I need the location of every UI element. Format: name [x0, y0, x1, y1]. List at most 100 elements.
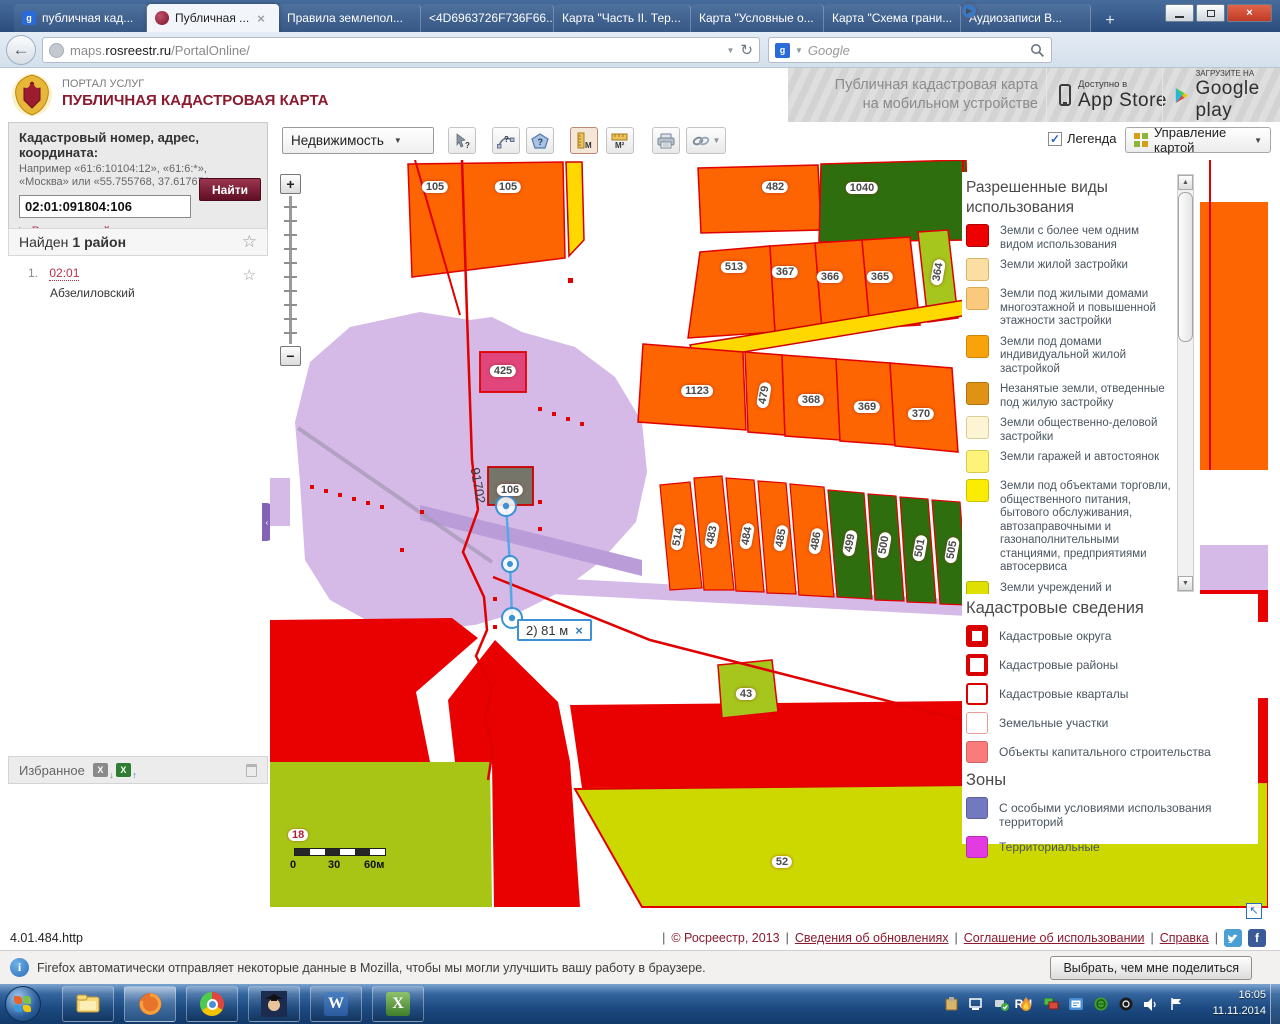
- help-link[interactable]: Справка: [1160, 931, 1209, 945]
- search-engine-icon[interactable]: g: [775, 43, 790, 58]
- result-code-link[interactable]: 02:01: [49, 266, 79, 281]
- twitter-icon[interactable]: [1224, 929, 1242, 947]
- back-button[interactable]: ←: [6, 35, 36, 65]
- tab-document[interactable]: <4D6963726F736F66...: [421, 4, 554, 32]
- zoom-out-button[interactable]: −: [280, 346, 301, 366]
- identify-line-tool-button[interactable]: ?: [492, 127, 520, 154]
- tray-dictionary-icon[interactable]: [1068, 996, 1084, 1012]
- tab-audio[interactable]: ▶Аудиозаписи В...: [961, 4, 1091, 32]
- category-select[interactable]: Недвижимость▼: [282, 127, 434, 154]
- trash-icon[interactable]: [246, 764, 257, 777]
- manage-map-label: Управление картой: [1154, 125, 1248, 155]
- tray-flame-icon[interactable]: [1018, 996, 1034, 1012]
- scroll-up-icon[interactable]: ▲: [1178, 175, 1193, 190]
- zoom-in-button[interactable]: +: [280, 174, 301, 194]
- link-button[interactable]: ▼: [686, 127, 726, 154]
- taskbar-clock[interactable]: 16:0511.11.2014: [1213, 987, 1266, 1019]
- window-minimize-button[interactable]: [1165, 4, 1194, 22]
- tray-volume-icon[interactable]: [1143, 996, 1159, 1012]
- telemetry-choose-button[interactable]: Выбрать, чем мне поделиться: [1050, 956, 1252, 980]
- url-dropdown-icon[interactable]: ▼: [727, 46, 735, 55]
- minimize-icon: [1175, 16, 1184, 18]
- browser-tab-bar: gпубличная кад... Публичная ... × Правила…: [0, 0, 1280, 32]
- tab-label: Публичная ...: [175, 11, 249, 25]
- legend-checkbox[interactable]: ✓: [1048, 132, 1062, 146]
- parcel-label: 367: [772, 266, 798, 278]
- app-store-badge[interactable]: Доступно вApp Store: [1046, 68, 1167, 122]
- legend-item: Территориальные: [966, 836, 1252, 858]
- zoom-control[interactable]: + −: [278, 174, 304, 366]
- taskbar-excel-button[interactable]: X: [372, 986, 424, 1022]
- measure-distance-button[interactable]: M: [570, 127, 598, 154]
- favorites-title: Избранное: [19, 763, 85, 778]
- reload-icon[interactable]: ↻: [740, 41, 753, 59]
- measurement-result-label[interactable]: 2) 81 м×: [517, 619, 592, 641]
- taskbar-chrome-button[interactable]: [186, 986, 238, 1022]
- tab-rules[interactable]: Правила землепол...: [279, 4, 421, 32]
- tab-map-borders[interactable]: Карта "Схема грани...: [824, 4, 961, 32]
- legend-scrollbar[interactable]: ▲ ▼: [1177, 174, 1194, 592]
- import-excel-icon[interactable]: X↑: [116, 763, 131, 777]
- start-button[interactable]: [5, 986, 41, 1022]
- url-prefix: maps.: [70, 43, 105, 58]
- window-restore-button[interactable]: [1196, 4, 1225, 22]
- tray-time: 16:05: [1213, 987, 1266, 1003]
- search-icon[interactable]: [1030, 43, 1045, 58]
- agreement-link[interactable]: Соглашение об использовании: [964, 931, 1145, 945]
- legend-cadastre-panel: Кадастровые сведения Кадастровые округа …: [962, 594, 1258, 844]
- identify-tool-button[interactable]: ?: [448, 127, 476, 154]
- legend-item-label: Земли с более чем одним видом использова…: [1000, 224, 1174, 252]
- manage-map-button[interactable]: Управление картой ▼: [1125, 127, 1271, 153]
- tab-label: Карта "Условные о...: [699, 11, 814, 25]
- tab-map-legend[interactable]: Карта "Условные о...: [691, 4, 824, 32]
- map-resize-icon[interactable]: ↖: [1246, 903, 1262, 919]
- tray-network-icon[interactable]: [968, 996, 984, 1012]
- search-result-item[interactable]: 1. 02:01 Абзелиловский ☆: [8, 256, 268, 316]
- export-excel-icon[interactable]: X↓: [93, 763, 108, 777]
- measurement-close-icon[interactable]: ×: [575, 623, 583, 638]
- search-box[interactable]: g ▼ Google: [768, 37, 1052, 63]
- taskbar-consultant-button[interactable]: [248, 986, 300, 1022]
- tray-app-icon[interactable]: [1118, 996, 1134, 1012]
- updates-link[interactable]: Сведения об обновлениях: [795, 931, 949, 945]
- map-canvas[interactable]: 105 105 482 1040 513 367 366 365 364 112…: [270, 160, 1268, 925]
- identify-area-tool-button[interactable]: ?: [526, 127, 554, 154]
- tray-antivirus-icon[interactable]: [1093, 996, 1109, 1012]
- zoom-slider[interactable]: [289, 196, 292, 344]
- restore-icon: [1207, 10, 1215, 17]
- tab-close-icon[interactable]: ×: [257, 11, 265, 26]
- favorite-star-icon[interactable]: ☆: [243, 266, 256, 284]
- favorite-star-icon[interactable]: ☆: [242, 232, 257, 252]
- scrollbar-thumb[interactable]: [1178, 192, 1193, 342]
- show-desktop-button[interactable]: [1270, 984, 1280, 1024]
- measure-area-button[interactable]: M²: [606, 127, 634, 154]
- find-button[interactable]: Найти: [199, 178, 261, 201]
- windows-logo-icon: [14, 996, 32, 1012]
- tab-google-search[interactable]: gпубличная кад...: [14, 4, 147, 32]
- tab-map-part2[interactable]: Карта "Часть II. Тер...: [554, 4, 691, 32]
- taskbar-firefox-button[interactable]: [124, 986, 176, 1022]
- window-close-button[interactable]: ×: [1227, 4, 1272, 22]
- tab-public-cadastral-map[interactable]: Публичная ... ×: [147, 4, 279, 32]
- cadastral-number-input[interactable]: [19, 195, 191, 218]
- legend-item: Земли под домами индивидуальной жилой за…: [966, 335, 1174, 377]
- scroll-down-icon[interactable]: ▼: [1178, 576, 1193, 591]
- tray-flag-icon[interactable]: [1168, 996, 1184, 1012]
- url-bar[interactable]: maps.rosreestr.ru/PortalOnline/ ▼ ↻: [42, 37, 760, 63]
- print-button[interactable]: [652, 127, 680, 154]
- new-tab-button[interactable]: +: [1095, 10, 1125, 32]
- parcel-label: 1040: [846, 182, 878, 194]
- facebook-icon[interactable]: f: [1248, 929, 1266, 947]
- search-engine-dropdown-icon[interactable]: ▼: [795, 46, 803, 55]
- parcel-label: 425: [490, 365, 516, 377]
- taskbar-word-button[interactable]: W: [310, 986, 362, 1022]
- parcel-label: 513: [721, 261, 747, 273]
- tray-monitors-icon[interactable]: [1043, 996, 1059, 1012]
- tray-clipboard-icon[interactable]: [943, 996, 959, 1012]
- layers-grid-icon: [1134, 133, 1148, 147]
- tray-usb-icon[interactable]: [993, 996, 1009, 1012]
- taskbar-explorer-button[interactable]: [62, 986, 114, 1022]
- legend-toggle[interactable]: ✓Легенда: [1048, 131, 1116, 146]
- google-play-badge[interactable]: ЗАГРУЗИТЕ НАGoogle play: [1162, 68, 1280, 122]
- tray-date: 11.11.2014: [1213, 1003, 1266, 1019]
